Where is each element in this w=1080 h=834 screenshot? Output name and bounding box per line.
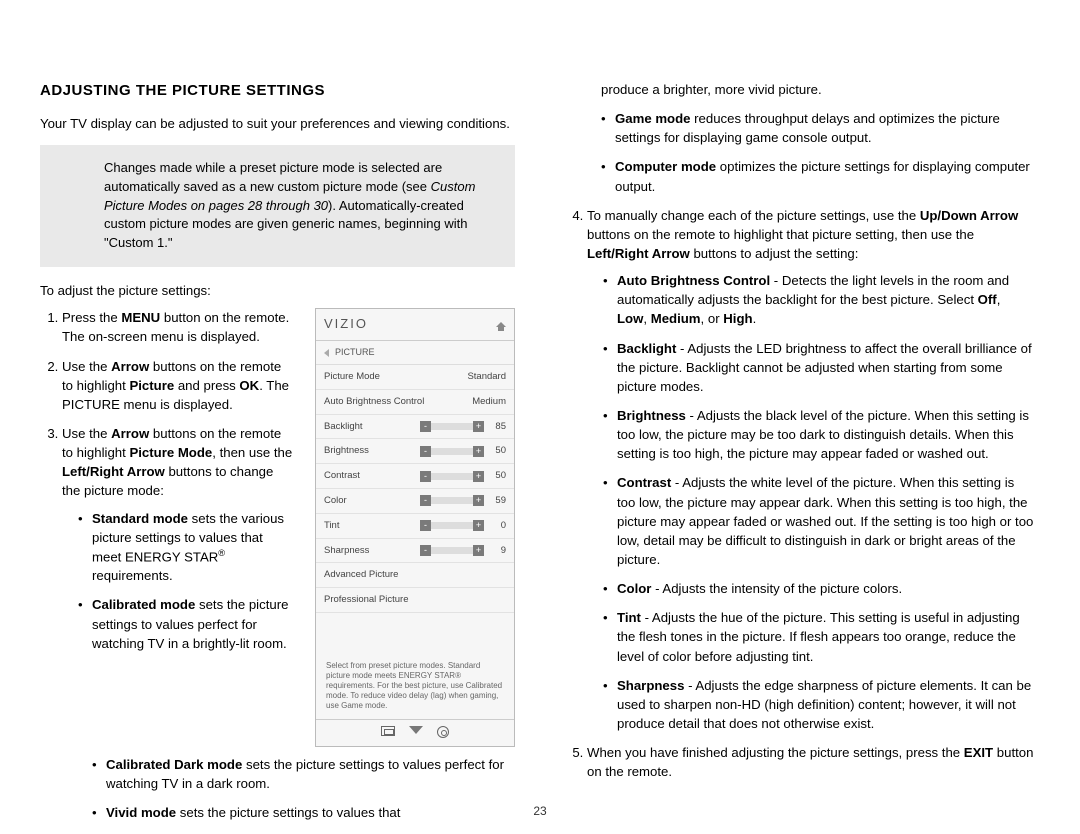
- row-picture-mode[interactable]: Picture Mode Standard: [316, 365, 514, 390]
- setting-tint: Tint - Adjusts the hue of the picture. T…: [603, 608, 1034, 665]
- page-number: 23: [533, 804, 546, 818]
- osd-panel: VIZIO PICTURE Picture Mode Standard Auto…: [315, 308, 515, 747]
- row-tint[interactable]: Tint -+0: [316, 514, 514, 539]
- row-brightness[interactable]: Brightness -+50: [316, 439, 514, 464]
- row-contrast[interactable]: Contrast -+50: [316, 464, 514, 489]
- subhead: To adjust the picture settings:: [40, 281, 515, 300]
- row-backlight[interactable]: Backlight -+85: [316, 415, 514, 440]
- step-5: When you have finished adjusting the pic…: [587, 743, 1040, 781]
- back-icon[interactable]: [324, 349, 329, 357]
- page-title: ADJUSTING THE PICTURE SETTINGS: [40, 80, 515, 102]
- mode-calibrated-dark: Calibrated Dark mode sets the picture se…: [92, 755, 515, 793]
- mode-vivid: Vivid mode sets the picture settings to …: [92, 803, 515, 822]
- mode-calibrated: Calibrated mode sets the picture setting…: [78, 595, 295, 652]
- gear-icon[interactable]: [437, 726, 449, 738]
- row-auto-brightness[interactable]: Auto Brightness Control Medium: [316, 390, 514, 415]
- row-sharpness[interactable]: Sharpness -+9: [316, 539, 514, 564]
- minus-icon[interactable]: -: [420, 421, 431, 432]
- setting-contrast: Contrast - Adjusts the white level of th…: [603, 473, 1034, 569]
- vivid-continued: produce a brighter, more vivid picture.: [565, 80, 1040, 99]
- mode-game: Game mode reduces throughput delays and …: [601, 109, 1040, 147]
- setting-sharpness: Sharpness - Adjusts the edge sharpness o…: [603, 676, 1034, 733]
- panel-footer: [316, 719, 514, 746]
- minus-icon[interactable]: -: [420, 545, 431, 556]
- panel-help-text: Select from preset picture modes. Standa…: [316, 653, 514, 719]
- minus-icon[interactable]: -: [420, 495, 431, 506]
- note-text-1: Changes made while a preset picture mode…: [104, 160, 442, 194]
- home-icon[interactable]: [496, 322, 506, 327]
- panel-brand: VIZIO: [324, 315, 368, 334]
- panel-section: PICTURE: [335, 346, 375, 359]
- mode-standard: Standard mode sets the various picture s…: [78, 509, 295, 586]
- setting-abc: Auto Brightness Control - Detects the li…: [603, 271, 1034, 328]
- step-4: To manually change each of the picture s…: [587, 206, 1040, 733]
- plus-icon[interactable]: +: [473, 520, 484, 531]
- note-box: Changes made while a preset picture mode…: [40, 145, 515, 267]
- setting-color: Color - Adjusts the intensity of the pic…: [603, 579, 1034, 598]
- setting-backlight: Backlight - Adjusts the LED brightness t…: [603, 339, 1034, 396]
- step-1: Press the MENU button on the remote. The…: [62, 308, 301, 346]
- row-color[interactable]: Color -+59: [316, 489, 514, 514]
- step-3: Use the Arrow buttons on the remote to h…: [62, 424, 301, 653]
- step-2: Use the Arrow buttons on the remote to h…: [62, 357, 301, 414]
- panel-header: VIZIO: [316, 309, 514, 341]
- panel-section-row[interactable]: PICTURE: [316, 341, 514, 365]
- wide-icon[interactable]: [381, 726, 395, 736]
- row-professional[interactable]: Professional Picture: [316, 588, 514, 613]
- plus-icon[interactable]: +: [473, 545, 484, 556]
- plus-icon[interactable]: +: [473, 471, 484, 482]
- chevron-down-icon[interactable]: [409, 726, 423, 734]
- row-advanced[interactable]: Advanced Picture: [316, 563, 514, 588]
- minus-icon[interactable]: -: [420, 520, 431, 531]
- minus-icon[interactable]: -: [420, 471, 431, 482]
- plus-icon[interactable]: +: [473, 495, 484, 506]
- intro-text: Your TV display can be adjusted to suit …: [40, 114, 515, 133]
- plus-icon[interactable]: +: [473, 446, 484, 457]
- plus-icon[interactable]: +: [473, 421, 484, 432]
- setting-brightness: Brightness - Adjusts the black level of …: [603, 406, 1034, 463]
- mode-computer: Computer mode optimizes the picture sett…: [601, 157, 1040, 195]
- minus-icon[interactable]: -: [420, 446, 431, 457]
